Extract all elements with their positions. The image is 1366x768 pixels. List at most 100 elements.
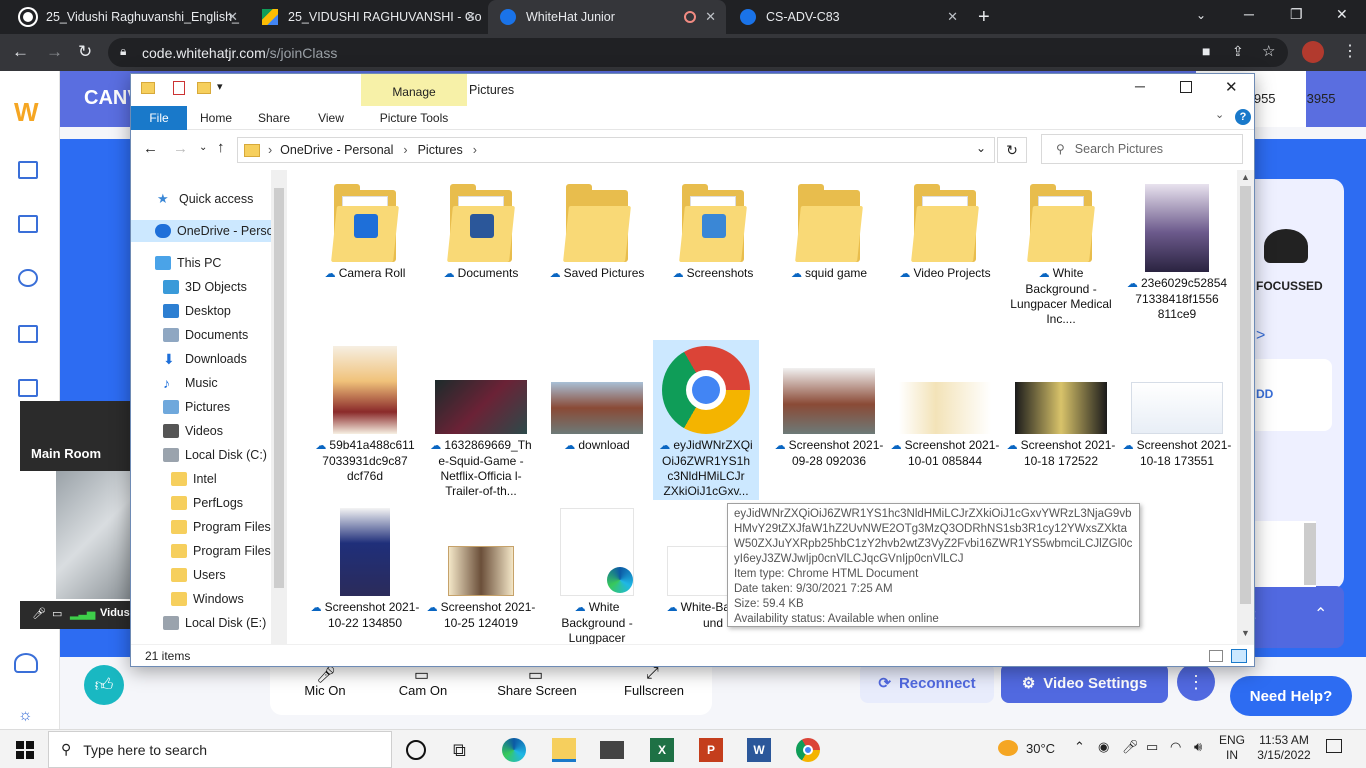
chart-icon[interactable] bbox=[18, 379, 38, 397]
camera-icon[interactable]: ▭ bbox=[52, 607, 62, 620]
webcam-icon[interactable]: ◉ bbox=[1098, 739, 1109, 755]
reload-icon[interactable]: ↻ bbox=[78, 42, 92, 62]
nav-scroll-thumb[interactable] bbox=[274, 188, 284, 588]
nav-3d-objects[interactable]: 3D Objects bbox=[163, 276, 247, 298]
temperature[interactable]: 30°C bbox=[1026, 741, 1055, 756]
tab-picture-tools[interactable]: Picture Tools bbox=[361, 106, 467, 130]
dashboard-icon[interactable] bbox=[18, 161, 38, 179]
taskbar-search-input[interactable]: ⚲ Type here to search bbox=[48, 731, 392, 768]
folder-item[interactable]: ☁︎ White Background - Lungpacer Medical … bbox=[1005, 184, 1117, 327]
excel-icon[interactable]: X bbox=[650, 738, 674, 762]
file-explorer-icon[interactable] bbox=[552, 738, 576, 762]
chrome-html-item[interactable]: ☁︎ eyJidWNrZXQi OiJ6ZWR1YS1h c3NldHMiLCJ… bbox=[653, 340, 759, 500]
recent-dropdown-icon[interactable]: ⌄ bbox=[199, 142, 207, 153]
edge-icon[interactable] bbox=[502, 738, 526, 762]
weather-icon[interactable] bbox=[998, 740, 1018, 756]
image-item[interactable]: ☁︎ Screenshot 2021-10-25 124019 bbox=[425, 508, 537, 631]
image-item[interactable]: ☁︎ 59b41a488c611 7033931dc9c87 dcf76d bbox=[309, 346, 421, 484]
folder-item[interactable]: ☁︎ Video Projects bbox=[889, 184, 1001, 282]
clock[interactable]: 11:53 AM 3/15/2022 bbox=[1254, 733, 1314, 763]
details-view-icon[interactable] bbox=[1209, 650, 1223, 662]
search-box[interactable]: ⚲ Search Pictures bbox=[1041, 134, 1243, 164]
image-item[interactable]: ☁︎ Screenshot 2021-09-28 092036 bbox=[773, 346, 885, 469]
fullscreen-button[interactable]: Fullscreen bbox=[609, 683, 699, 698]
folder-item[interactable]: ☁︎ Documents bbox=[425, 184, 537, 282]
scroll-down-icon[interactable]: ▼ bbox=[1241, 628, 1250, 638]
breadcrumb[interactable]: › OneDrive - Personal › Pictures › ⌄ bbox=[237, 137, 995, 163]
large-icons-view-icon[interactable] bbox=[1231, 649, 1247, 663]
image-item[interactable]: ☁︎ Screenshot 2021-10-01 085844 bbox=[889, 346, 1001, 469]
close-icon[interactable]: ✕ bbox=[465, 9, 476, 25]
tab-share[interactable]: Share bbox=[251, 106, 297, 130]
camera-icon[interactable]: ▭ bbox=[414, 665, 429, 685]
cortana-icon[interactable] bbox=[406, 740, 426, 760]
windows-start-icon[interactable] bbox=[16, 741, 34, 759]
nav-folder[interactable]: Windows bbox=[171, 588, 244, 610]
video-settings-button[interactable]: ⚙ Video Settings bbox=[1001, 663, 1168, 703]
task-view-icon[interactable]: ⧉ bbox=[453, 738, 477, 762]
wifi-icon[interactable]: ◠ bbox=[1170, 739, 1181, 755]
image-item[interactable]: ☁︎ Screenshot 2021-10-22 134850 bbox=[309, 508, 421, 631]
browser-tab[interactable]: CS-ADV-C83 ✕ bbox=[728, 0, 968, 34]
image-item[interactable]: ☁︎ Screenshot 2021-10-18 173551 bbox=[1121, 346, 1233, 469]
forward-icon[interactable]: → bbox=[46, 42, 63, 62]
breadcrumb-pictures[interactable]: Pictures bbox=[418, 143, 463, 157]
fullscreen-icon[interactable]: ⤢ bbox=[646, 665, 659, 683]
restore-icon[interactable]: ❐ bbox=[1290, 6, 1303, 23]
close-icon[interactable]: ✕ bbox=[705, 9, 716, 25]
volume-icon[interactable]: 🔊︎ bbox=[1194, 739, 1202, 755]
notes-icon[interactable] bbox=[18, 325, 38, 343]
notification-icon[interactable] bbox=[1326, 739, 1342, 753]
close-window-icon[interactable]: ✕ bbox=[1336, 6, 1348, 23]
browser-tab[interactable]: 25_Vidushi Raghuvanshi_English_ ✕ bbox=[8, 0, 248, 34]
theme-icon[interactable]: ☼ bbox=[18, 707, 33, 725]
manage-tab[interactable]: Manage bbox=[361, 74, 467, 106]
nav-onedrive[interactable]: OneDrive - Person bbox=[131, 220, 287, 242]
nav-folder[interactable]: Program Files ( bbox=[171, 540, 278, 562]
need-help-button[interactable]: Need Help? bbox=[1230, 676, 1352, 716]
folder-item[interactable]: ☁︎ Saved Pictures bbox=[541, 184, 653, 282]
chat-scrollbar[interactable] bbox=[1304, 523, 1316, 585]
new-tab-icon[interactable]: + bbox=[978, 6, 990, 29]
nav-videos[interactable]: Videos bbox=[163, 420, 223, 442]
book-icon[interactable] bbox=[18, 215, 38, 233]
image-item[interactable]: ☁︎ 1632869669_Th e-Squid-Game -Netflix-O… bbox=[425, 346, 537, 499]
show-hidden-icon[interactable]: ⌃ bbox=[1074, 739, 1085, 755]
mic-icon[interactable]: 🎤︎ bbox=[316, 665, 336, 685]
nav-local-disk-c[interactable]: Local Disk (C:) bbox=[163, 444, 267, 466]
image-item[interactable]: ☁︎ Screenshot 2021-10-18 172522 bbox=[1005, 346, 1117, 469]
quick-access-dropdown-icon[interactable]: ▾ bbox=[217, 80, 223, 93]
nav-music[interactable]: ♪ Music bbox=[163, 372, 218, 394]
back-icon[interactable]: ← bbox=[143, 140, 158, 157]
image-item[interactable]: ☁︎ download bbox=[541, 346, 653, 454]
chrome-icon[interactable] bbox=[796, 738, 820, 762]
share-icon[interactable]: ⇪ bbox=[1232, 43, 1244, 60]
address-dropdown-icon[interactable]: ⌄ bbox=[976, 141, 986, 155]
forward-icon[interactable]: → bbox=[173, 140, 188, 157]
battery-icon[interactable]: ▭ bbox=[1146, 739, 1158, 755]
mic-on-button[interactable]: Mic On bbox=[280, 683, 370, 698]
refresh-icon[interactable]: ↻ bbox=[997, 137, 1027, 163]
url-input[interactable]: 🔒︎ code.whitehatjr.com/s/joinClass ■ ⇪ ☆ bbox=[108, 38, 1288, 67]
folder-item[interactable]: ☁︎ squid game bbox=[773, 184, 885, 282]
nav-local-disk-e[interactable]: Local Disk (E:) bbox=[163, 612, 266, 634]
nav-downloads[interactable]: ⬇ Downloads bbox=[163, 348, 247, 370]
new-folder-icon[interactable] bbox=[197, 82, 211, 94]
browser-tab-active[interactable]: WhiteHat Junior ✕ bbox=[488, 0, 726, 34]
more-options-icon[interactable]: ⋮ bbox=[1177, 663, 1215, 701]
expand-ribbon-icon[interactable]: ⌄ bbox=[1215, 108, 1224, 121]
mic-icon[interactable]: 🎤︎ bbox=[32, 607, 46, 620]
help-icon[interactable]: ? bbox=[1235, 109, 1251, 125]
reconnect-button[interactable]: ⟳ Reconnect bbox=[860, 663, 994, 703]
maximize-icon[interactable] bbox=[1180, 81, 1192, 93]
nav-pictures[interactable]: Pictures bbox=[163, 396, 230, 418]
close-icon[interactable]: ✕ bbox=[947, 9, 958, 25]
image-item[interactable]: ☁︎ 23e6029c52854 71338418f1556 811ce9 bbox=[1121, 184, 1233, 322]
nav-quick-access[interactable]: ★ Quick access bbox=[157, 188, 253, 210]
nav-folder[interactable]: Intel bbox=[171, 468, 217, 490]
share-screen-button[interactable]: Share Screen bbox=[492, 683, 582, 698]
content-scrollbar[interactable]: ▲ ▼ bbox=[1237, 170, 1254, 644]
activity-icon[interactable] bbox=[18, 269, 38, 287]
nav-documents[interactable]: Documents bbox=[163, 324, 248, 346]
up-icon[interactable]: ↑ bbox=[217, 139, 225, 156]
